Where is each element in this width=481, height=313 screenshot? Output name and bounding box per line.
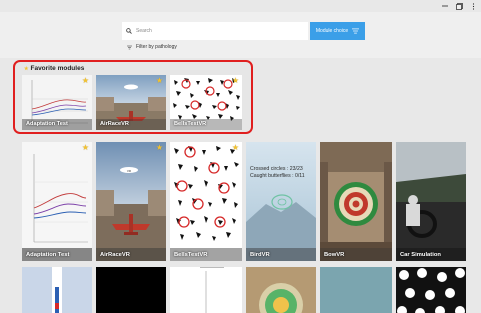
app-window: Module choice Filter by pathology ★ Favo… bbox=[0, 0, 481, 313]
module-card[interactable]: VR ★ AirRaceVR bbox=[96, 142, 166, 261]
module-label: AirRaceVR bbox=[100, 252, 130, 258]
scroll-indicator bbox=[200, 267, 224, 268]
car-simulation-thumbnail bbox=[396, 142, 466, 261]
favorite-star-icon[interactable]: ★ bbox=[82, 77, 89, 85]
filter-icon bbox=[127, 45, 132, 49]
birdvr-crossed-circles: Crossed circles : 23/23 bbox=[250, 166, 303, 172]
module-card[interactable] bbox=[246, 267, 316, 313]
search-box[interactable] bbox=[122, 22, 308, 40]
airracevr-thumbnail: VR bbox=[96, 142, 166, 261]
module-label: BirdVR bbox=[250, 252, 270, 258]
module-choice-label: Module choice bbox=[315, 28, 349, 34]
birdvr-thumbnail bbox=[246, 142, 316, 261]
module-label: BellsTestVR bbox=[174, 121, 207, 127]
window-controls bbox=[441, 0, 481, 12]
module-card[interactable]: Car Simulation bbox=[396, 142, 466, 261]
module-label: BellsTestVR bbox=[174, 252, 208, 258]
module-thumbnail bbox=[170, 267, 242, 313]
favorite-star-icon[interactable]: ★ bbox=[232, 144, 239, 152]
module-choice-button[interactable]: Module choice bbox=[310, 22, 365, 40]
module-card[interactable] bbox=[320, 267, 392, 313]
birdvr-caught-butterflies: Caught butterflies : 0/11 bbox=[250, 172, 305, 179]
favorite-star-icon[interactable]: ★ bbox=[82, 144, 89, 152]
favorite-star-icon[interactable]: ★ bbox=[156, 77, 163, 85]
module-card[interactable] bbox=[170, 267, 242, 313]
module-label: Adaptation Test bbox=[26, 252, 70, 258]
favorite-star-icon[interactable]: ★ bbox=[232, 77, 239, 85]
adaptation-test-thumbnail bbox=[22, 142, 92, 261]
bellstestvr-thumbnail bbox=[170, 142, 242, 261]
favorites-title: ★ Favorite modules bbox=[24, 65, 84, 72]
more-vertical-icon[interactable] bbox=[469, 1, 477, 11]
module-label: BowVR bbox=[324, 252, 345, 258]
module-card[interactable]: BowVR bbox=[320, 142, 392, 261]
module-thumbnail bbox=[320, 267, 392, 313]
favorite-star-icon[interactable]: ★ bbox=[156, 144, 163, 152]
module-label: Car Simulation bbox=[400, 252, 441, 258]
minimize-icon[interactable] bbox=[441, 1, 449, 11]
star-icon: ★ bbox=[24, 65, 29, 72]
top-bar: Module choice Filter by pathology bbox=[0, 12, 481, 58]
bowvr-thumbnail bbox=[320, 142, 392, 261]
search-icon bbox=[126, 28, 132, 34]
module-card[interactable] bbox=[96, 267, 166, 313]
search-row: Module choice bbox=[122, 22, 367, 40]
favorite-module-card[interactable]: ★ BellsTestVR bbox=[170, 75, 242, 130]
module-card[interactable] bbox=[396, 267, 466, 313]
module-label: Adaptation Test bbox=[26, 121, 68, 127]
module-card[interactable] bbox=[22, 267, 92, 313]
filter-list-icon bbox=[352, 28, 360, 34]
module-thumbnail bbox=[22, 267, 92, 313]
module-thumbnail bbox=[396, 267, 466, 313]
filter-label: Filter by pathology bbox=[136, 44, 177, 50]
birdvr-overlay: Crossed circles : 23/23 Caught butterfli… bbox=[250, 166, 305, 179]
favorite-module-card[interactable]: ★ Adaptation Test bbox=[22, 75, 92, 130]
favorite-module-card[interactable]: ★ AirRaceVR bbox=[96, 75, 166, 130]
module-card[interactable]: ★ Adaptation Test bbox=[22, 142, 92, 261]
module-card[interactable]: Crossed circles : 23/23 Caught butterfli… bbox=[246, 142, 316, 261]
module-card[interactable]: ★ BellsTestVR bbox=[170, 142, 242, 261]
module-label: AirRaceVR bbox=[100, 121, 129, 127]
module-thumbnail bbox=[246, 267, 316, 313]
favorites-title-text: Favorite modules bbox=[30, 65, 85, 72]
filter-by-pathology[interactable]: Filter by pathology bbox=[127, 44, 177, 50]
restore-icon[interactable] bbox=[455, 1, 463, 11]
search-input[interactable] bbox=[136, 24, 296, 38]
